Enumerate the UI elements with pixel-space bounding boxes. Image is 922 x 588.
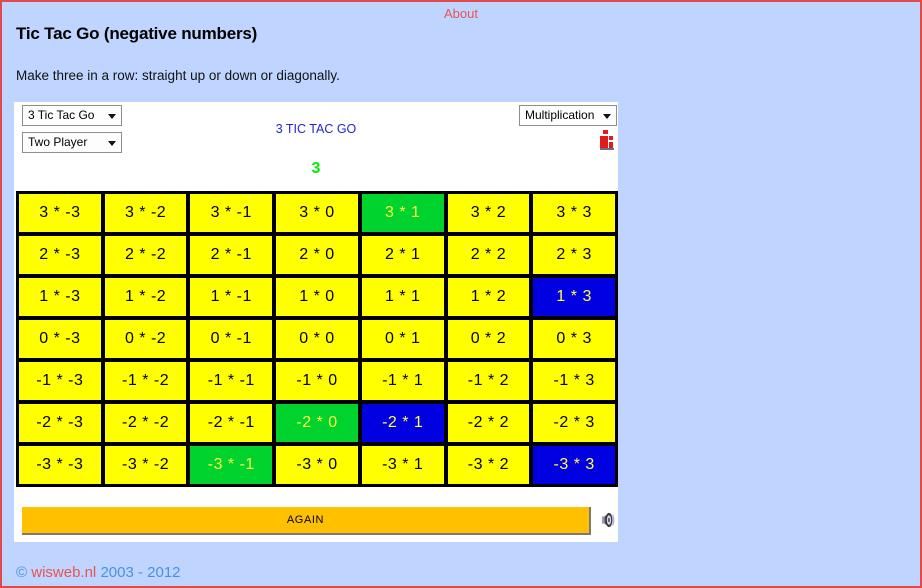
board-cell[interactable]: -3 * 0 bbox=[274, 444, 360, 486]
operation-select-value: Multiplication bbox=[525, 108, 595, 122]
board-cell[interactable]: -1 * 1 bbox=[359, 360, 446, 402]
board-cell[interactable]: -2 * -3 bbox=[17, 402, 103, 444]
board-cell[interactable]: -1 * 2 bbox=[445, 360, 532, 402]
board-cell[interactable]: -2 * -1 bbox=[188, 402, 275, 444]
players-select-value: Two Player bbox=[28, 135, 88, 149]
board-cell[interactable]: -1 * 0 bbox=[274, 360, 360, 402]
board-cell[interactable]: 3 * -1 bbox=[188, 192, 275, 234]
board-cell[interactable]: 1 * 3 bbox=[531, 276, 617, 318]
footer-years: 2003 - 2012 bbox=[100, 564, 181, 581]
board-cell[interactable]: 3 * -2 bbox=[102, 192, 189, 234]
game-board[interactable]: 3 * -3 3 * -2 3 * -1 3 * 03 * 13 * 23 * 32 … bbox=[16, 191, 618, 487]
board-cell[interactable]: 3 * -3 bbox=[17, 192, 103, 234]
about-link[interactable]: About bbox=[444, 6, 478, 21]
board-cell[interactable]: -1 * -3 bbox=[17, 360, 103, 402]
score-display: 3 bbox=[311, 160, 321, 177]
board-cell[interactable]: -2 * 1 bbox=[359, 402, 446, 444]
footer-site-link[interactable]: wisweb.nl bbox=[31, 564, 96, 581]
board-cell[interactable]: 1 * -1 bbox=[188, 276, 275, 318]
board-cell[interactable]: 0 * -1 bbox=[188, 318, 275, 360]
page-subtitle: Make three in a row: straight up or down… bbox=[16, 68, 340, 83]
board-cell[interactable]: -2 * -2 bbox=[102, 402, 189, 444]
board-cell[interactable]: -3 * 1 bbox=[359, 444, 446, 486]
board-cell[interactable]: 1 * 2 bbox=[445, 276, 532, 318]
board-cell[interactable]: 2 * 0 bbox=[274, 234, 360, 276]
game-applet-panel: 3 Tic Tac Go Two Player Multiplication 3… bbox=[14, 102, 618, 542]
mode-select-value: 3 Tic Tac Go bbox=[28, 108, 95, 122]
board-cell[interactable]: 0 * 3 bbox=[531, 318, 617, 360]
board-cell[interactable]: 2 * 1 bbox=[359, 234, 446, 276]
board-cell[interactable]: -2 * 0 bbox=[274, 402, 360, 444]
board-cell[interactable]: -1 * -1 bbox=[188, 360, 275, 402]
page-root: About Tic Tac Go (negative numbers) Make… bbox=[0, 0, 922, 588]
copyright-symbol: © bbox=[16, 564, 28, 581]
chevron-down-icon bbox=[108, 113, 116, 119]
board-cell[interactable]: -2 * 2 bbox=[445, 402, 532, 444]
sound-toggle-button[interactable] bbox=[600, 507, 618, 533]
board-cell[interactable]: -3 * 3 bbox=[531, 444, 617, 486]
again-button-label: AGAIN bbox=[286, 514, 325, 526]
board-cell[interactable]: 2 * 3 bbox=[531, 234, 617, 276]
board-cell[interactable]: 3 * 2 bbox=[445, 192, 532, 234]
board-cell[interactable]: 2 * -3 bbox=[17, 234, 103, 276]
board-cell[interactable]: 0 * -3 bbox=[17, 318, 103, 360]
board-cell[interactable]: -3 * -3 bbox=[17, 444, 103, 486]
board-cell[interactable]: 1 * -3 bbox=[17, 276, 103, 318]
board-cell[interactable]: 0 * 1 bbox=[359, 318, 446, 360]
board-cell[interactable]: -3 * 2 bbox=[445, 444, 532, 486]
board-cell[interactable]: -2 * 3 bbox=[531, 402, 617, 444]
page-title: Tic Tac Go (negative numbers) bbox=[16, 24, 258, 43]
board-cell[interactable]: 3 * 3 bbox=[531, 192, 617, 234]
info-icon[interactable] bbox=[598, 129, 616, 151]
applet-title: 3 TIC TAC GO bbox=[275, 122, 357, 136]
board-cell[interactable]: 0 * 2 bbox=[445, 318, 532, 360]
again-button[interactable]: AGAIN bbox=[22, 507, 591, 535]
about-bar: About bbox=[2, 4, 920, 24]
chevron-down-icon bbox=[108, 140, 116, 146]
speaker-icon bbox=[601, 512, 615, 528]
board-cell[interactable]: -1 * 3 bbox=[531, 360, 617, 402]
board-cell[interactable]: -3 * -2 bbox=[102, 444, 189, 486]
chevron-down-icon bbox=[603, 113, 611, 119]
board-cell[interactable]: 0 * 0 bbox=[274, 318, 360, 360]
board-cell[interactable]: 2 * -1 bbox=[188, 234, 275, 276]
board-cell[interactable]: 1 * 1 bbox=[359, 276, 446, 318]
board-cell[interactable]: 3 * 0 bbox=[274, 192, 360, 234]
board-cell[interactable]: 2 * -2 bbox=[102, 234, 189, 276]
board-cell[interactable]: 1 * 0 bbox=[274, 276, 360, 318]
board-cell[interactable]: 1 * -2 bbox=[102, 276, 189, 318]
board-cell[interactable]: 3 * 1 bbox=[359, 192, 446, 234]
footer: © wisweb.nl 2003 - 2012 bbox=[16, 564, 181, 581]
board-cell[interactable]: -3 * -1 bbox=[188, 444, 275, 486]
board-cell[interactable]: -1 * -2 bbox=[102, 360, 189, 402]
board-cell[interactable]: 0 * -2 bbox=[102, 318, 189, 360]
board-cell[interactable]: 2 * 2 bbox=[445, 234, 532, 276]
